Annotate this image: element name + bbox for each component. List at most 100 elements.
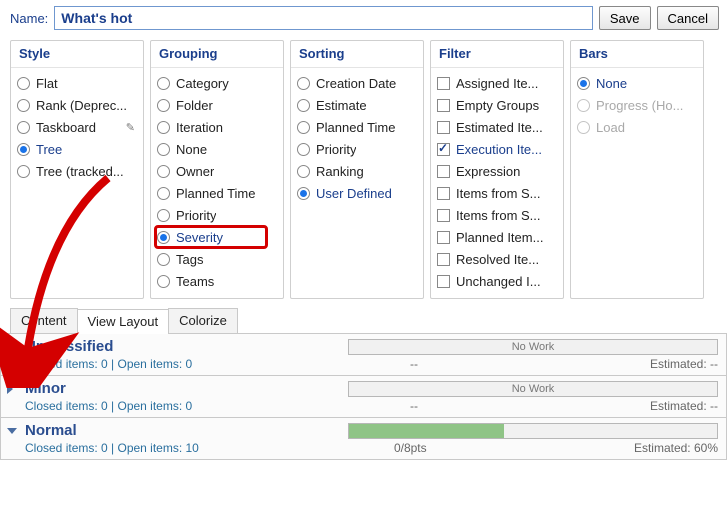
progress-bar	[348, 423, 718, 439]
radio-icon	[17, 121, 30, 134]
col-bars-title: Bars	[571, 41, 703, 68]
checkbox-icon	[437, 231, 450, 244]
cancel-button[interactable]: Cancel	[657, 6, 719, 30]
radio-icon	[157, 77, 170, 90]
option-priority[interactable]: Priority	[297, 138, 419, 160]
tab-view-layout[interactable]: View Layout	[77, 309, 170, 334]
filter-items-from-s[interactable]: Items from S...	[437, 204, 559, 226]
option-progress-ho: Progress (Ho...	[577, 94, 699, 116]
radio-icon	[157, 187, 170, 200]
checkbox-icon	[437, 275, 450, 288]
filter-items-from-s[interactable]: Items from S...	[437, 182, 559, 204]
option-label: Unchanged I...	[456, 274, 541, 289]
option-owner[interactable]: Owner	[157, 160, 279, 182]
name-label: Name:	[10, 11, 48, 26]
tab-colorize[interactable]: Colorize	[168, 308, 238, 333]
option-label: Tree (tracked...	[36, 164, 124, 179]
option-tree[interactable]: Tree	[17, 138, 139, 160]
group-list: UnclassifiedNo WorkClosed items: 0 | Ope…	[0, 333, 727, 460]
radio-icon	[297, 165, 310, 178]
progress-text: No Work	[512, 383, 555, 395]
lower-tabs: ContentView LayoutColorize	[10, 308, 727, 334]
option-load: Load	[577, 116, 699, 138]
option-category[interactable]: Category	[157, 72, 279, 94]
option-label: Planned Time	[176, 186, 256, 201]
option-creation-date[interactable]: Creation Date	[297, 72, 419, 94]
option-label: Teams	[176, 274, 214, 289]
col-grouping-title: Grouping	[151, 41, 283, 68]
radio-icon	[17, 143, 30, 156]
option-label: Items from S...	[456, 208, 541, 223]
highlight-severity	[154, 225, 268, 249]
option-label: Planned Time	[316, 120, 396, 135]
option-folder[interactable]: Folder	[157, 94, 279, 116]
option-label: Assigned Ite...	[456, 76, 538, 91]
group-title: Normal	[25, 422, 77, 439]
group-counts: Closed items: 0 | Open items: 10	[25, 441, 199, 455]
option-estimate[interactable]: Estimate	[297, 94, 419, 116]
chevron-icon	[7, 384, 13, 394]
filter-assigned-ite[interactable]: Assigned Ite...	[437, 72, 559, 94]
option-ranking[interactable]: Ranking	[297, 160, 419, 182]
option-label: None	[176, 142, 207, 157]
group-estimated: Estimated: 60%	[634, 441, 718, 455]
name-input[interactable]	[54, 6, 593, 30]
radio-icon	[577, 99, 590, 112]
option-label: Resolved Ite...	[456, 252, 539, 267]
option-label: Execution Ite...	[456, 142, 542, 157]
filter-unchanged-i[interactable]: Unchanged I...	[437, 270, 559, 292]
filter-empty-groups[interactable]: Empty Groups	[437, 94, 559, 116]
filter-planned-item[interactable]: Planned Item...	[437, 226, 559, 248]
option-tags[interactable]: Tags	[157, 248, 279, 270]
checkbox-icon	[437, 165, 450, 178]
radio-icon	[157, 209, 170, 222]
group-points: --	[410, 399, 610, 413]
option-label: User Defined	[316, 186, 392, 201]
group-estimated: Estimated: --	[650, 399, 718, 413]
filter-estimated-ite[interactable]: Estimated Ite...	[437, 116, 559, 138]
option-label: None	[596, 76, 627, 91]
option-none[interactable]: None	[157, 138, 279, 160]
option-tree-tracked[interactable]: Tree (tracked...	[17, 160, 139, 182]
group-minor[interactable]: MinorNo WorkClosed items: 0 | Open items…	[0, 376, 727, 418]
option-teams[interactable]: Teams	[157, 270, 279, 292]
radio-icon	[17, 165, 30, 178]
radio-icon	[297, 121, 310, 134]
option-flat[interactable]: Flat	[17, 72, 139, 94]
option-label: Owner	[176, 164, 214, 179]
radio-icon	[157, 99, 170, 112]
filter-expression[interactable]: Expression	[437, 160, 559, 182]
option-planned-time[interactable]: Planned Time	[157, 182, 279, 204]
col-bars: Bars None Progress (Ho...Load	[570, 40, 704, 299]
option-taskboard[interactable]: Taskboard✎	[17, 116, 139, 138]
filter-execution-ite[interactable]: Execution Ite...	[437, 138, 559, 160]
progress-fill	[349, 424, 504, 438]
progress-bar: No Work	[348, 339, 718, 355]
option-rank-deprec[interactable]: Rank (Deprec...	[17, 94, 139, 116]
checkbox-icon	[437, 99, 450, 112]
option-user-defined[interactable]: User Defined	[297, 182, 419, 204]
radio-icon	[17, 77, 30, 90]
radio-icon	[297, 143, 310, 156]
group-normal[interactable]: NormalClosed items: 0 | Open items: 100/…	[0, 418, 727, 460]
option-none[interactable]: None	[577, 72, 699, 94]
radio-icon	[297, 77, 310, 90]
option-iteration[interactable]: Iteration	[157, 116, 279, 138]
checkbox-icon	[437, 253, 450, 266]
option-label: Expression	[456, 164, 520, 179]
option-planned-time[interactable]: Planned Time	[297, 116, 419, 138]
save-button[interactable]: Save	[599, 6, 651, 30]
option-label: Empty Groups	[456, 98, 539, 113]
checkbox-icon	[437, 209, 450, 222]
radio-icon	[157, 121, 170, 134]
filter-resolved-ite[interactable]: Resolved Ite...	[437, 248, 559, 270]
progress-bar: No Work	[348, 381, 718, 397]
group-counts: Closed items: 0 | Open items: 0	[25, 357, 192, 371]
option-label: Planned Item...	[456, 230, 543, 245]
option-priority[interactable]: Priority	[157, 204, 279, 226]
tab-content[interactable]: Content	[10, 308, 78, 333]
option-label: Folder	[176, 98, 213, 113]
col-grouping: Grouping Category Folder Iteration None Owne…	[150, 40, 284, 299]
group-unclassified[interactable]: UnclassifiedNo WorkClosed items: 0 | Ope…	[0, 334, 727, 376]
col-sorting-title: Sorting	[291, 41, 423, 68]
